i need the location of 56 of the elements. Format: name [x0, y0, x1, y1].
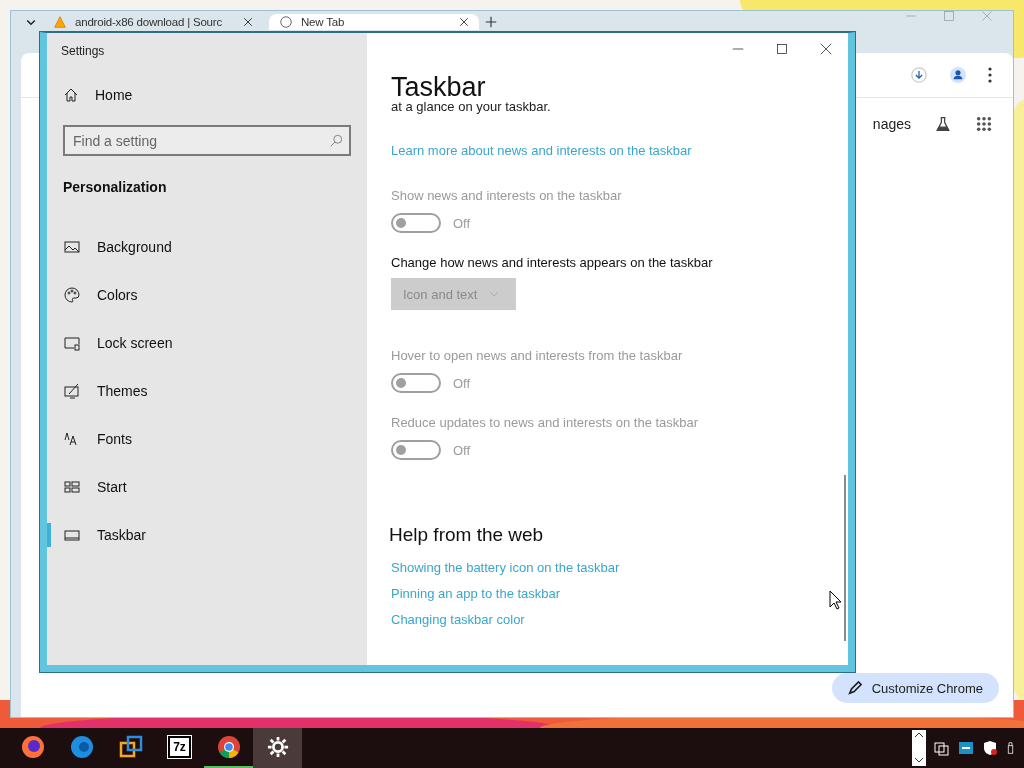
browser-tab[interactable]: android-x86 download | Sourc [43, 14, 263, 30]
search-field[interactable]: Find a setting [63, 125, 351, 156]
help-heading: Help from the web [389, 524, 545, 546]
images-link[interactable]: nages [872, 116, 911, 132]
apps-grid-icon[interactable] [975, 116, 993, 132]
page-title: Taskbar [391, 71, 487, 102]
taskbar-app-button[interactable]: 7z [155, 728, 204, 768]
sidebar-item[interactable]: Themes [47, 367, 367, 415]
search-icon [329, 133, 343, 149]
scrollbar[interactable] [844, 475, 846, 641]
browser-tab[interactable]: New Tab [269, 14, 479, 30]
window-title: Settings [61, 44, 105, 60]
chrome-icon [216, 735, 241, 759]
sidebar-item[interactable]: Lock screen [47, 319, 367, 367]
picture-frame-icon [63, 239, 81, 255]
home-icon [63, 87, 79, 103]
gear-icon [266, 736, 289, 758]
sidebar-item[interactable]: Start [47, 463, 367, 511]
toggle-state: Off [453, 442, 471, 458]
warning-sign-icon [53, 14, 67, 30]
toggle-state: Off [453, 375, 471, 391]
profile-icon[interactable] [947, 67, 969, 83]
tab-title: android-x86 download | Sourc [75, 16, 223, 28]
plus-icon[interactable] [485, 14, 497, 30]
sidebar-item[interactable]: Colors [47, 271, 367, 319]
shield-icon[interactable] [982, 740, 998, 756]
globe-icon [279, 14, 293, 30]
close-icon[interactable] [820, 41, 832, 57]
overlapping-squares-icon [118, 735, 143, 759]
palette-icon [63, 287, 81, 303]
scroll-arrows-icon[interactable] [912, 730, 926, 766]
pencil-icon [847, 680, 862, 696]
intro-text: at a glance on your taskbar. [391, 99, 552, 115]
sidebar-item[interactable]: Background [47, 223, 367, 271]
home-nav-item[interactable]: Home [47, 71, 367, 119]
taskbar-app-button[interactable] [253, 728, 302, 768]
sidebar-item[interactable]: Taskbar [47, 511, 367, 559]
download-icon[interactable] [909, 67, 929, 83]
cursor-icon [829, 590, 842, 610]
maximize-icon[interactable] [776, 41, 788, 57]
taskbar-icon [63, 527, 81, 543]
menu-icon[interactable] [987, 67, 993, 83]
option-label: Show news and interests on the taskbar [391, 188, 623, 203]
lock-screen-icon [63, 335, 81, 351]
option-label: Reduce updates to news and interests on the taskbar [391, 415, 700, 430]
customize-chrome-button[interactable]: Customize Chrome [831, 673, 999, 703]
option-label: Hover to open news and interests from the taskbar [391, 348, 684, 363]
windows-icon[interactable] [934, 740, 950, 756]
sidebar-item[interactable]: Fonts [47, 415, 367, 463]
brush-monitor-icon [63, 383, 81, 399]
tab-title: New Tab [301, 16, 346, 28]
toggle-state: Off [453, 215, 471, 231]
archive-app-icon: 7z [168, 736, 191, 758]
option-label: Change how news and interests appears on the taskbar [391, 255, 714, 270]
tiles-icon [63, 479, 81, 495]
section-heading: Personalization [62, 178, 168, 197]
